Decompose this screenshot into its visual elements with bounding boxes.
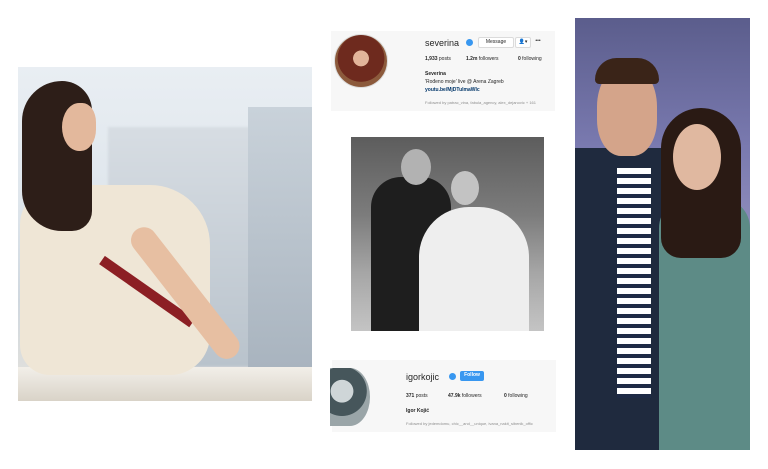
blurred-tower xyxy=(248,107,312,367)
following-count[interactable]: 0 following xyxy=(504,393,528,399)
followers-value: 47.9k xyxy=(448,393,461,399)
following-value: 0 xyxy=(518,56,521,62)
profile-avatar[interactable] xyxy=(334,34,388,88)
follow-button[interactable]: Follow xyxy=(460,371,484,381)
followers-count[interactable]: 1.2m followers xyxy=(466,56,499,62)
following-value: 0 xyxy=(504,393,507,399)
photo-woman-window xyxy=(18,67,312,401)
groom-head xyxy=(401,149,431,185)
followed-by[interactable]: Followed by jedemdomu, chic__and__unique… xyxy=(406,421,533,426)
username: severina xyxy=(425,38,460,48)
chevron-down-icon: ▾ xyxy=(524,39,528,45)
bio-link[interactable]: youtu.be/MjDTulmaWlc xyxy=(425,87,480,93)
following-label: following xyxy=(508,393,528,399)
message-button[interactable]: Message xyxy=(478,37,514,48)
posts-label: posts xyxy=(438,56,451,62)
followed-by[interactable]: Followed by patrac_vina, fabula_agency, … xyxy=(425,100,536,105)
woman-face xyxy=(673,124,721,190)
verified-badge-icon xyxy=(449,373,456,380)
followers-label: followers xyxy=(478,56,499,62)
face xyxy=(62,103,96,151)
bride xyxy=(419,207,529,331)
posts-label: posts xyxy=(415,393,428,399)
follow-dropdown-button[interactable]: 👤▾ xyxy=(515,37,531,48)
following-count[interactable]: 0 following xyxy=(518,56,542,62)
verified-badge-icon xyxy=(466,39,473,46)
profile-avatar[interactable] xyxy=(330,368,370,426)
more-options-icon[interactable]: ••• xyxy=(532,37,544,46)
posts-count: 1,933 posts xyxy=(425,56,451,62)
profile-card-igorkojic: igorkojic Follow 371 posts 47.9k followe… xyxy=(330,360,556,432)
full-name: Igor Kojić xyxy=(406,408,430,414)
posts-value: 1,933 xyxy=(425,56,438,62)
photo-couple xyxy=(575,18,750,450)
man-hair xyxy=(595,58,659,84)
striped-shirt xyxy=(617,168,651,398)
profile-card-severina: severina Message 👤▾ ••• 1,933 posts 1.2m… xyxy=(331,31,555,111)
bride-head xyxy=(451,171,479,205)
followers-value: 1.2m xyxy=(466,56,478,62)
photo-wedding xyxy=(351,137,544,331)
username: igorkojic xyxy=(406,372,440,382)
full-name: Severina xyxy=(425,71,446,77)
posts-value: 371 xyxy=(406,393,415,399)
following-label: following xyxy=(522,56,542,62)
followers-label: followers xyxy=(461,393,482,399)
bio: 'Rođeno moje' live @ Arena Zagreb xyxy=(425,79,504,85)
posts-count: 371 posts xyxy=(406,393,428,399)
followers-count[interactable]: 47.9k followers xyxy=(448,393,482,399)
